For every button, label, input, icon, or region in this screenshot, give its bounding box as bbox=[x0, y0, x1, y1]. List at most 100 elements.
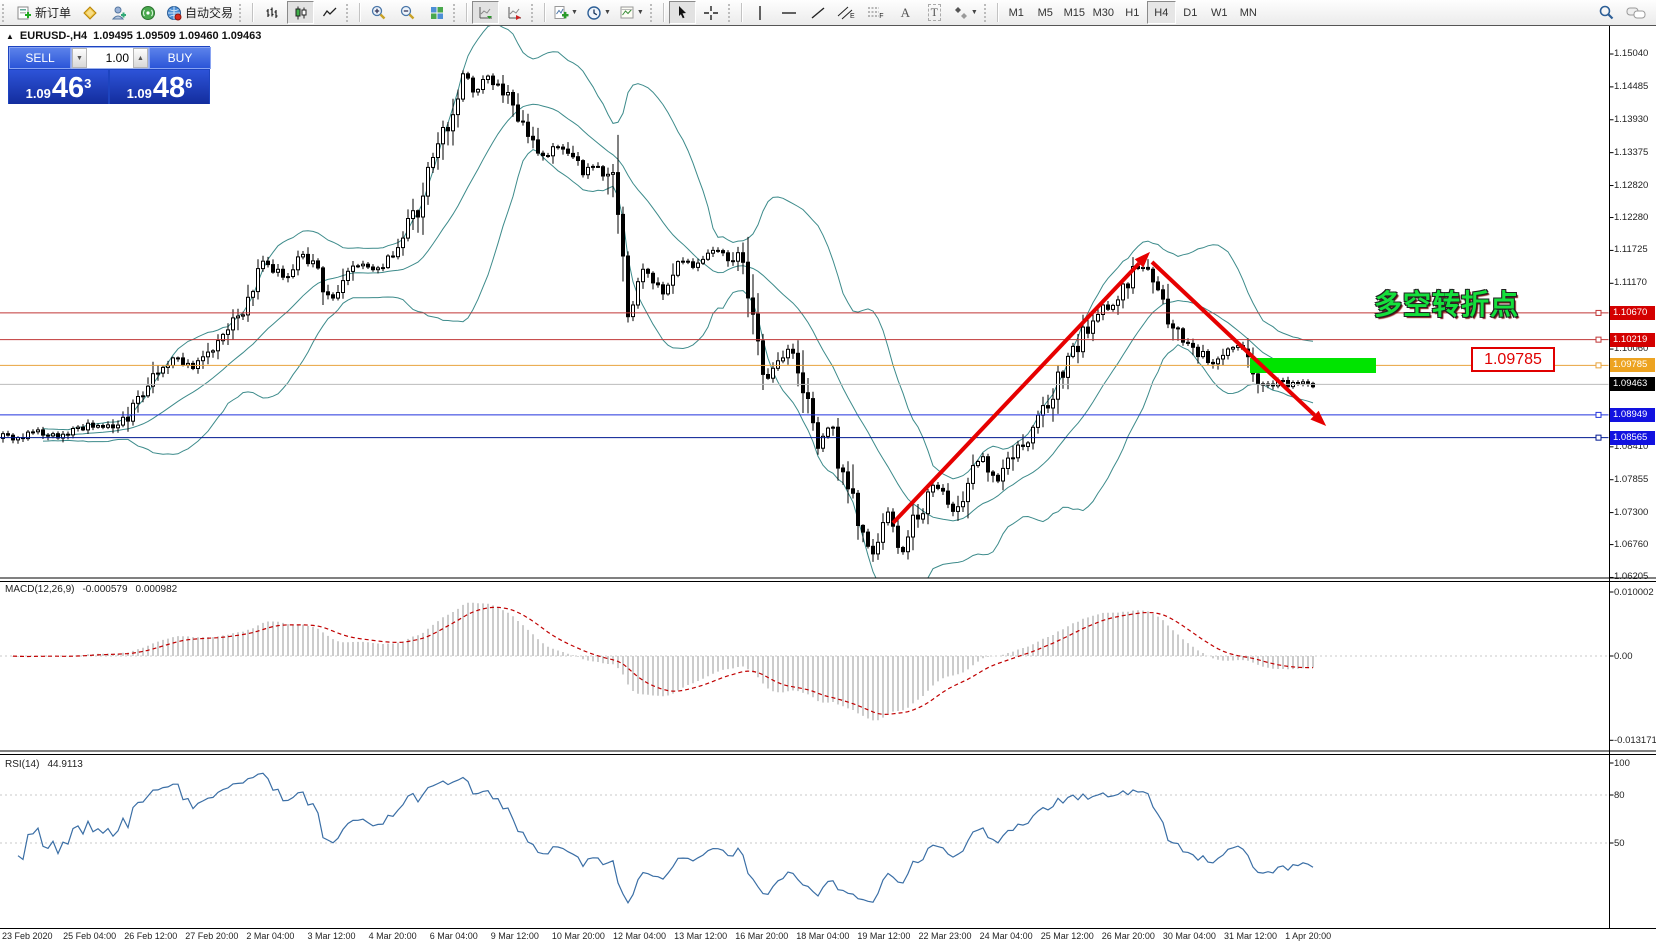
search-button[interactable] bbox=[1593, 1, 1620, 24]
toolbar-grip[interactable] bbox=[728, 4, 734, 22]
timeframe-h4[interactable]: H4 bbox=[1147, 1, 1176, 24]
dropdown-caret: ▼ bbox=[604, 9, 611, 16]
time-axis-label: 27 Feb 20:00 bbox=[185, 931, 238, 941]
toolbar-grip[interactable] bbox=[2, 4, 8, 22]
fibonacci-button[interactable]: F bbox=[863, 1, 890, 24]
toolbar-grip[interactable] bbox=[239, 4, 245, 22]
text-label-button[interactable]: T bbox=[921, 1, 948, 24]
chart-shift-icon bbox=[507, 5, 523, 21]
toolbar-grip[interactable] bbox=[650, 4, 656, 22]
macd-axis-tick: 0.00 bbox=[1614, 651, 1633, 662]
time-axis-label: 10 Mar 20:00 bbox=[552, 931, 605, 941]
price-axis-tick: 1.11170 bbox=[1614, 277, 1647, 288]
indicators-button[interactable]: ▼ bbox=[550, 1, 581, 24]
time-axis-label: 26 Feb 12:00 bbox=[124, 931, 177, 941]
price-tag-label[interactable]: 1.09785 bbox=[1471, 347, 1555, 372]
time-axis-label: 1 Apr 20:00 bbox=[1285, 931, 1331, 941]
wizard-button[interactable] bbox=[76, 1, 103, 24]
autotrading-label: 自动交易 bbox=[185, 4, 233, 21]
auto-scroll-button[interactable] bbox=[472, 1, 499, 24]
price-axis-tick: 1.06760 bbox=[1614, 539, 1648, 550]
new-order-label: 新订单 bbox=[35, 4, 71, 21]
sell-price-sup: 3 bbox=[84, 76, 91, 91]
trendline-button[interactable] bbox=[805, 1, 832, 24]
cursor-button[interactable] bbox=[669, 1, 696, 24]
templates-button[interactable]: ▼ bbox=[616, 1, 647, 24]
toolbar-grip[interactable] bbox=[453, 4, 459, 22]
timeframe-h1[interactable]: H1 bbox=[1118, 1, 1147, 24]
profile-icon bbox=[111, 5, 127, 21]
cursor-icon bbox=[675, 5, 690, 20]
symbol-name: EURUSD-,H4 bbox=[20, 30, 87, 42]
chat-button[interactable] bbox=[1622, 1, 1649, 24]
new-order-button[interactable]: 新订单 bbox=[13, 1, 74, 24]
profile-button[interactable] bbox=[105, 1, 132, 24]
timeframe-m30[interactable]: M30 bbox=[1089, 1, 1118, 24]
sell-price[interactable]: 1.09 46 3 bbox=[9, 70, 108, 104]
equidistant-channel-button[interactable]: E bbox=[834, 1, 861, 24]
rsi-axis-tick: 50 bbox=[1614, 838, 1625, 849]
buy-price-sup: 6 bbox=[185, 76, 192, 91]
tile-windows-button[interactable] bbox=[423, 1, 450, 24]
time-axis-label: 12 Mar 04:00 bbox=[613, 931, 666, 941]
chart-shift-button[interactable] bbox=[501, 1, 528, 24]
price-axis-badge: 1.09463 bbox=[1610, 377, 1655, 391]
chat-icon bbox=[1626, 5, 1646, 21]
buy-button[interactable]: BUY bbox=[149, 47, 211, 69]
channel-letter: E bbox=[850, 13, 855, 20]
macd-axis-tick: -0.013171 bbox=[1614, 735, 1656, 746]
arrows-icon bbox=[953, 5, 969, 21]
sell-button[interactable]: SELL bbox=[9, 47, 71, 69]
horizontal-line-button[interactable] bbox=[776, 1, 803, 24]
crosshair-button[interactable] bbox=[698, 1, 725, 24]
periods-button[interactable]: ▼ bbox=[583, 1, 614, 24]
crosshair-icon bbox=[703, 5, 719, 21]
chart-canvas[interactable] bbox=[0, 0, 1656, 944]
mt4-terminal: { "toolbar": { "new_order_label": "新订单",… bbox=[0, 0, 1656, 944]
separator bbox=[466, 3, 468, 22]
time-axis-label: 16 Mar 20:00 bbox=[735, 931, 788, 941]
timeframe-w1[interactable]: W1 bbox=[1205, 1, 1234, 24]
vertical-line-button[interactable] bbox=[747, 1, 774, 24]
templates-icon bbox=[619, 5, 635, 21]
timeframe-m5[interactable]: M5 bbox=[1031, 1, 1060, 24]
price-axis-tick: 1.11725 bbox=[1614, 244, 1648, 255]
candlestick-chart-button[interactable] bbox=[287, 1, 314, 24]
bar-chart-button[interactable] bbox=[258, 1, 285, 24]
bar-chart-icon bbox=[264, 5, 280, 21]
signals-button[interactable] bbox=[134, 1, 161, 24]
new-order-icon bbox=[16, 5, 32, 21]
price-axis-tick: 1.07855 bbox=[1614, 474, 1648, 485]
timeframe-m15[interactable]: M15 bbox=[1060, 1, 1089, 24]
time-axis-label: 23 Feb 2020 bbox=[2, 931, 53, 941]
collapse-icon[interactable]: ▲ bbox=[6, 32, 14, 41]
candlestick-chart-icon bbox=[293, 5, 309, 21]
timeframe-m1[interactable]: M1 bbox=[1002, 1, 1031, 24]
separator bbox=[741, 3, 743, 22]
indicators-icon bbox=[553, 5, 569, 21]
line-chart-button[interactable] bbox=[316, 1, 343, 24]
toolbar: 新订单 自动交易 ▼ ▼ bbox=[0, 0, 1656, 26]
turning-point-annotation: 多空转折点 bbox=[1374, 283, 1519, 323]
price-axis-tick: 1.12280 bbox=[1614, 212, 1648, 223]
time-axis-label: 6 Mar 04:00 bbox=[430, 931, 478, 941]
toolbar-grip[interactable] bbox=[984, 4, 990, 22]
time-axis-label: 30 Mar 04:00 bbox=[1163, 931, 1216, 941]
text-label-icon: T bbox=[928, 4, 941, 21]
text-button[interactable]: A bbox=[892, 1, 919, 24]
autotrading-button[interactable]: 自动交易 bbox=[163, 1, 236, 24]
buy-price[interactable]: 1.09 48 6 bbox=[110, 70, 209, 104]
time-axis-label: 4 Mar 20:00 bbox=[369, 931, 417, 941]
volume-input[interactable] bbox=[87, 48, 133, 68]
arrows-button[interactable]: ▼ bbox=[950, 1, 981, 24]
volume-increase-button[interactable]: ▲ bbox=[133, 48, 148, 68]
zoom-in-button[interactable] bbox=[365, 1, 392, 24]
timeframe-d1[interactable]: D1 bbox=[1176, 1, 1205, 24]
price-axis-badge: 1.10670 bbox=[1610, 306, 1655, 320]
time-axis-label: 25 Feb 04:00 bbox=[63, 931, 116, 941]
toolbar-grip[interactable] bbox=[346, 4, 352, 22]
timeframe-mn[interactable]: MN bbox=[1234, 1, 1263, 24]
toolbar-grip[interactable] bbox=[531, 4, 537, 22]
zoom-out-button[interactable] bbox=[394, 1, 421, 24]
volume-decrease-button[interactable]: ▼ bbox=[72, 48, 87, 68]
